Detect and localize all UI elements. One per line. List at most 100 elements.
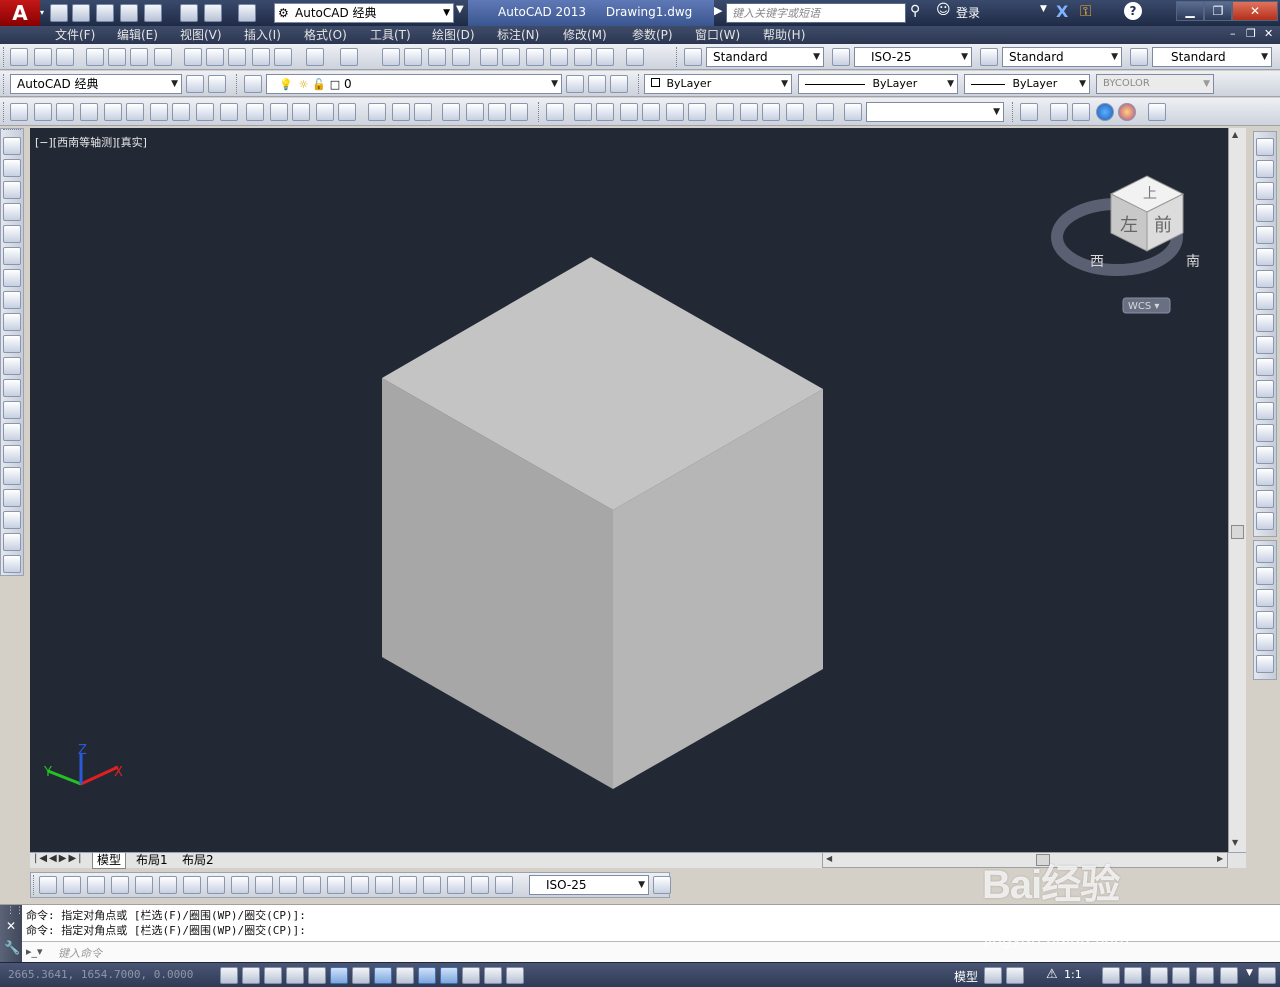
toolbar-grip[interactable] [3,74,6,94]
doc-close-icon[interactable]: ✕ [1264,27,1273,40]
angular-icon[interactable] [207,876,225,894]
revision-cloud-icon[interactable] [3,291,21,309]
infer-constraints-icon[interactable] [220,967,238,984]
inspection-icon[interactable] [399,876,417,894]
tab-layout2[interactable]: 布局2 [182,853,214,868]
visual-styles-manager-icon[interactable] [1020,103,1038,121]
right-view-icon[interactable] [642,103,660,121]
scroll-left-icon[interactable]: ◀ [826,854,832,863]
isolate-objects-icon[interactable] [1220,967,1238,984]
baseline-icon[interactable] [255,876,273,894]
ellipse-arc-icon[interactable] [3,357,21,375]
redo-icon[interactable] [238,4,256,22]
dynamic-input-icon[interactable] [418,967,436,984]
2d-wireframe-icon[interactable] [1050,103,1068,121]
chamfer-icon[interactable] [1256,446,1274,464]
toolbar-grip[interactable] [538,102,541,122]
radius-icon[interactable] [135,876,153,894]
save-icon[interactable] [96,4,114,22]
menu-help[interactable]: 帮助(H) [763,27,805,43]
blend-curves-icon[interactable] [1256,490,1274,508]
cut-icon[interactable] [184,48,202,66]
toolbar-grip[interactable] [676,47,679,67]
tab-navigation-arrows-icon[interactable]: |◀◀▶▶| [34,853,84,864]
toolbar-grip[interactable] [638,74,641,94]
object-snap-icon[interactable] [330,967,348,984]
dim-style-icon[interactable] [832,48,850,66]
toolbar-grip[interactable] [3,102,6,122]
my-workspace-icon[interactable] [208,75,226,93]
3d-align-icon[interactable] [488,103,506,121]
nw-iso-view-icon[interactable] [786,103,804,121]
quick-properties-icon[interactable] [484,967,502,984]
command-prompt-icon[interactable]: ▸_▾ [26,945,43,958]
polygon-icon[interactable] [3,203,21,221]
text-to-front-icon[interactable] [1256,633,1274,651]
save-file-icon[interactable] [56,48,74,66]
qnew-icon[interactable] [10,48,28,66]
dim-break-icon[interactable] [327,876,345,894]
zoom-realtime-icon[interactable] [404,48,422,66]
linear-dim-icon[interactable] [39,876,57,894]
menu-format[interactable]: 格式(O) [304,27,347,43]
ordinate-icon[interactable] [111,876,129,894]
layer-state-icon[interactable] [610,75,628,93]
break-at-point-icon[interactable] [1256,380,1274,398]
circle-icon[interactable] [3,269,21,287]
arc-icon[interactable] [3,247,21,265]
table-style-dropdown[interactable]: Standard ▼ [1002,47,1122,67]
scale-icon[interactable] [1256,292,1274,310]
layer-previous-icon[interactable] [588,75,606,93]
pyramid-icon[interactable] [172,103,190,121]
scroll-right-icon[interactable]: ▶ [1217,854,1223,863]
infocenter-search-input[interactable]: 键入关键字或短语 [726,3,906,23]
extend-icon[interactable] [1256,358,1274,376]
login-dropdown-icon[interactable]: ▼ [1040,4,1047,14]
toolbar-grip[interactable] [3,47,6,67]
quick-dim-icon[interactable] [231,876,249,894]
insert-block-icon[interactable] [3,379,21,397]
extrude-icon[interactable] [246,103,264,121]
help-tool-icon[interactable] [626,48,644,66]
dim-style-toolbar-dropdown[interactable]: ISO-25 ▼ [529,875,649,895]
mirror-icon[interactable] [1256,182,1274,200]
conceptual-style-icon[interactable] [1118,103,1136,121]
3d-move-icon[interactable] [442,103,460,121]
top-view-icon[interactable] [574,103,592,121]
pan-icon[interactable] [382,48,400,66]
plot-preview-icon[interactable] [108,48,126,66]
region-icon[interactable] [3,489,21,507]
array-icon[interactable] [1256,226,1274,244]
point-icon[interactable] [3,423,21,441]
polyline-icon[interactable] [3,181,21,199]
drag-grip-icon[interactable]: ⋮⋮ [6,906,24,916]
status-menu-icon[interactable]: ▼ [1246,968,1253,978]
3d-object-snap-icon[interactable] [352,967,370,984]
toolbar-grip[interactable] [33,875,36,895]
polysolid-icon[interactable] [10,103,28,121]
menu-window[interactable]: 窗口(W) [695,27,740,43]
customize-quick-access-icon[interactable]: ▼ [456,4,466,22]
loft-icon[interactable] [338,103,356,121]
cylinder-icon[interactable] [126,103,144,121]
ellipse-icon[interactable] [3,335,21,353]
grid-display-icon[interactable] [264,967,282,984]
polar-tracking-icon[interactable] [308,967,326,984]
lineweight-control-dropdown[interactable]: ByLayer ▼ [964,74,1090,94]
print-icon[interactable] [86,48,104,66]
hatch-to-back-icon[interactable] [1256,655,1274,673]
gradient-icon[interactable] [3,467,21,485]
coordinates-display[interactable]: 2665.3641, 1654.7000, 0.0000 [8,968,193,981]
annotation-scale-value[interactable]: 1:1 [1064,968,1082,981]
workspace-switch-icon[interactable] [1150,967,1168,984]
plot-icon[interactable] [180,4,198,22]
center-mark-icon[interactable] [375,876,393,894]
publish-icon[interactable] [144,4,162,22]
layer-properties-icon[interactable] [244,75,262,93]
toolbar-grip[interactable] [236,74,239,94]
ne-iso-view-icon[interactable] [762,103,780,121]
bring-to-front-icon[interactable] [1256,545,1274,563]
application-menu-button[interactable]: A [0,0,40,26]
menu-tools[interactable]: 工具(T) [370,27,411,43]
menu-modify[interactable]: 修改(M) [563,27,607,43]
